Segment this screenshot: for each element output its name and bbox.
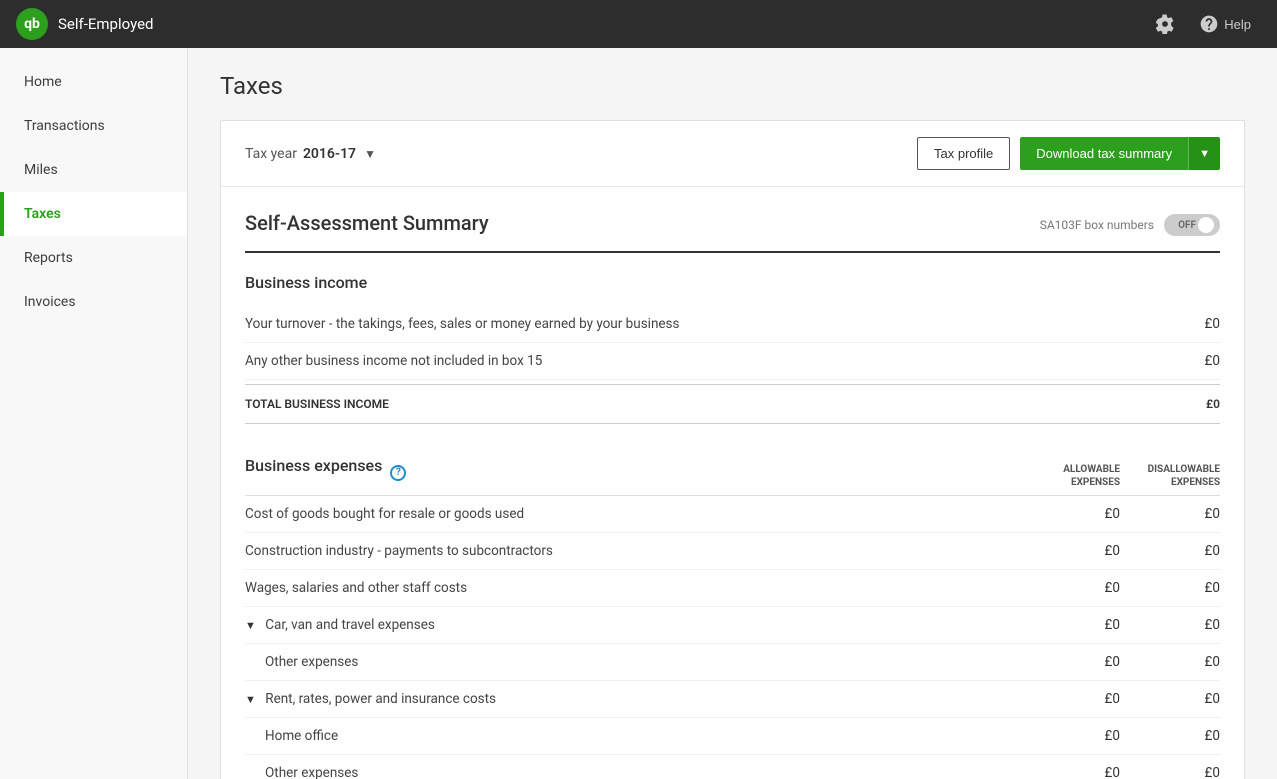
download-dropdown-button[interactable]: ▼ bbox=[1188, 137, 1220, 170]
settings-button[interactable] bbox=[1145, 6, 1185, 42]
expenses-help-icon[interactable]: ? bbox=[390, 465, 406, 481]
expense-row-4-disallowable: £0 bbox=[1120, 654, 1220, 670]
expense-row-6-allowable: £0 bbox=[1020, 728, 1120, 744]
expense-row-7-allowable: £0 bbox=[1020, 765, 1120, 779]
page-title: Taxes bbox=[220, 72, 1245, 100]
tax-profile-button[interactable]: Tax profile bbox=[917, 137, 1010, 170]
expense-row-0-disallowable: £0 bbox=[1120, 506, 1220, 522]
business-expenses-section: Business expenses ? ALLOWABLEEXPENSES DI… bbox=[245, 448, 1220, 779]
expenses-title-row: Business expenses ? bbox=[245, 456, 1020, 489]
expense-row-4-label: Other expenses bbox=[265, 654, 1020, 670]
expense-row-5-allowable: £0 bbox=[1020, 691, 1120, 707]
qb-logo: qb bbox=[16, 8, 48, 40]
expense-row-2-allowable: £0 bbox=[1020, 580, 1120, 596]
expenses-header-row: Business expenses ? ALLOWABLEEXPENSES DI… bbox=[245, 448, 1220, 496]
income-row-1-label: Any other business income not included i… bbox=[245, 353, 1160, 369]
sa103f-label: SA103F box numbers bbox=[1040, 218, 1154, 232]
app-title: Self-Employed bbox=[58, 15, 153, 33]
expense-row-5: ▼ Rent, rates, power and insurance costs… bbox=[245, 681, 1220, 718]
business-income-section: Business income Your turnover - the taki… bbox=[245, 273, 1220, 424]
expense-row-2: Wages, salaries and other staff costs £0… bbox=[245, 570, 1220, 607]
nav-actions: Help bbox=[1145, 6, 1261, 42]
sidebar-item-taxes[interactable]: Taxes bbox=[0, 192, 187, 236]
top-nav: qb Self-Employed Help bbox=[0, 0, 1277, 48]
expense-row-1-disallowable: £0 bbox=[1120, 543, 1220, 559]
expense-row-6: Home office £0 £0 bbox=[245, 718, 1220, 755]
income-row-0-label: Your turnover - the takings, fees, sales… bbox=[245, 316, 1160, 332]
expense-row-0-allowable: £0 bbox=[1020, 506, 1120, 522]
sa103f-row: SA103F box numbers OFF bbox=[1040, 214, 1220, 236]
help-circle-icon bbox=[1199, 14, 1219, 34]
nav-logo-area: qb Self-Employed bbox=[16, 8, 153, 40]
expense-row-1-label: Construction industry - payments to subc… bbox=[245, 543, 1020, 559]
expense-row-4-allowable: £0 bbox=[1020, 654, 1120, 670]
total-income-row: TOTAL BUSINESS INCOME £0 bbox=[245, 384, 1220, 424]
sidebar-item-invoices[interactable]: Invoices bbox=[0, 280, 187, 324]
expense-row-5-label: ▼ Rent, rates, power and insurance costs bbox=[245, 691, 1020, 707]
help-label: Help bbox=[1224, 17, 1251, 32]
total-income-label: TOTAL BUSINESS INCOME bbox=[245, 397, 1160, 411]
expand-icon-3[interactable]: ▼ bbox=[245, 619, 256, 632]
main-layout: Home Transactions Miles Taxes Reports In… bbox=[0, 48, 1277, 779]
expense-row-0-label: Cost of goods bought for resale or goods… bbox=[245, 506, 1020, 522]
toggle-knob bbox=[1198, 217, 1214, 233]
income-row-0-value: £0 bbox=[1160, 316, 1220, 332]
sidebar-item-miles[interactable]: Miles bbox=[0, 148, 187, 192]
sidebar-item-home[interactable]: Home bbox=[0, 60, 187, 104]
expense-row-3-allowable: £0 bbox=[1020, 617, 1120, 633]
allowable-col-header: ALLOWABLEEXPENSES bbox=[1020, 463, 1120, 489]
summary-title: Self-Assessment Summary bbox=[245, 211, 489, 235]
expand-icon-5[interactable]: ▼ bbox=[245, 693, 256, 706]
income-row-0: Your turnover - the takings, fees, sales… bbox=[245, 306, 1220, 343]
expense-row-7-label: Other expenses bbox=[265, 765, 1020, 779]
expense-row-3: ▼ Car, van and travel expenses £0 £0 bbox=[245, 607, 1220, 644]
expense-row-0: Cost of goods bought for resale or goods… bbox=[245, 496, 1220, 533]
income-row-1: Any other business income not included i… bbox=[245, 343, 1220, 380]
expense-row-3-disallowable: £0 bbox=[1120, 617, 1220, 633]
business-expenses-title: Business expenses bbox=[245, 456, 382, 475]
sa103f-toggle[interactable]: OFF bbox=[1164, 214, 1220, 236]
expense-row-3-label: ▼ Car, van and travel expenses bbox=[245, 617, 1020, 633]
summary-header: Self-Assessment Summary SA103F box numbe… bbox=[245, 211, 1220, 253]
tax-year-actions: Tax profile Download tax summary ▼ bbox=[917, 137, 1220, 170]
expense-row-2-disallowable: £0 bbox=[1120, 580, 1220, 596]
expense-row-1-allowable: £0 bbox=[1020, 543, 1120, 559]
expense-row-4: Other expenses £0 £0 bbox=[245, 644, 1220, 681]
business-income-title: Business income bbox=[245, 273, 1220, 292]
disallowable-col-header: DISALLOWABLEEXPENSES bbox=[1120, 463, 1220, 489]
gear-icon bbox=[1155, 14, 1175, 34]
download-tax-summary-button[interactable]: Download tax summary bbox=[1020, 137, 1188, 170]
expense-row-5-disallowable: £0 bbox=[1120, 691, 1220, 707]
expense-row-2-label: Wages, salaries and other staff costs bbox=[245, 580, 1020, 596]
expense-row-6-disallowable: £0 bbox=[1120, 728, 1220, 744]
tax-year-dropdown-arrow[interactable]: ▼ bbox=[364, 147, 376, 161]
tax-year-selector: Tax year 2016-17 ▼ bbox=[245, 146, 376, 162]
download-group: Download tax summary ▼ bbox=[1020, 137, 1220, 170]
main-content: Taxes Tax year 2016-17 ▼ Tax profile Dow… bbox=[188, 48, 1277, 779]
sidebar-item-transactions[interactable]: Transactions bbox=[0, 104, 187, 148]
help-button[interactable]: Help bbox=[1189, 6, 1261, 42]
tax-year-label: Tax year bbox=[245, 146, 297, 162]
expense-row-1: Construction industry - payments to subc… bbox=[245, 533, 1220, 570]
expense-row-6-label: Home office bbox=[265, 728, 1020, 744]
toggle-label: OFF bbox=[1178, 220, 1196, 231]
expense-row-7: Other expenses £0 £0 bbox=[245, 755, 1220, 779]
expenses-title-cell: Business expenses ? bbox=[245, 456, 1020, 489]
sidebar-item-reports[interactable]: Reports bbox=[0, 236, 187, 280]
tax-year-value: 2016-17 bbox=[303, 146, 356, 162]
summary-area: Self-Assessment Summary SA103F box numbe… bbox=[221, 187, 1244, 779]
income-row-1-value: £0 bbox=[1160, 353, 1220, 369]
expense-row-7-disallowable: £0 bbox=[1120, 765, 1220, 779]
sidebar: Home Transactions Miles Taxes Reports In… bbox=[0, 48, 188, 779]
taxes-card: Tax year 2016-17 ▼ Tax profile Download … bbox=[220, 120, 1245, 779]
tax-year-bar: Tax year 2016-17 ▼ Tax profile Download … bbox=[221, 121, 1244, 187]
total-income-value: £0 bbox=[1160, 397, 1220, 411]
